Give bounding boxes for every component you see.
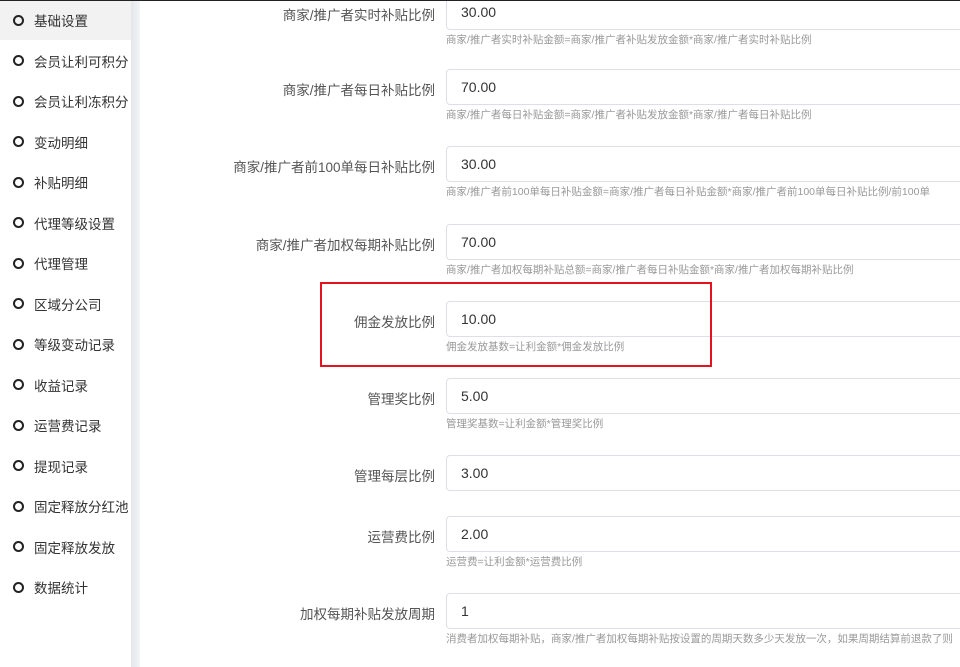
sidebar-item[interactable]: 会员让利冻积分: [0, 81, 131, 121]
field-input[interactable]: 10.00: [446, 301, 960, 337]
sidebar-divider: [131, 0, 140, 667]
sidebar-item-label: 基础设置: [34, 14, 88, 29]
field-label: 加权每期补贴发放周期: [300, 607, 435, 622]
circle-icon: [13, 95, 24, 107]
sidebar: 基础设置会员让利可积分 会员让利冻积分 变动明细补贴明细代理等级设置 代理管理区域分公…: [0, 0, 131, 667]
sidebar-item[interactable]: 运营费记录: [0, 405, 131, 445]
field-input[interactable]: 70.00: [446, 224, 960, 260]
field-hint: 佣金发放基数=让利金额*佣金发放比例: [446, 341, 625, 353]
circle-icon: [13, 419, 24, 431]
circle-icon: [13, 176, 24, 188]
sidebar-item-label: 补贴明细: [34, 176, 88, 191]
field-label: 管理奖比例: [367, 392, 436, 407]
sidebar-item[interactable]: 会员让利可积分: [0, 41, 131, 81]
sidebar-item[interactable]: 补贴明细: [0, 162, 131, 202]
sidebar-item-label: 固定释放分红池: [34, 500, 129, 515]
circle-icon: [13, 338, 24, 350]
field-input[interactable]: 30.00: [446, 0, 960, 30]
circle-icon: [13, 298, 24, 309]
circle-icon: [13, 257, 24, 269]
field-input[interactable]: 2.00: [446, 516, 960, 552]
circle-icon: [13, 55, 24, 66]
settings-form: 商家/推广者实时补贴比例 30.00 商家/推广者实时补贴金额=商家/推广者补贴发放…: [140, 0, 960, 667]
sidebar-item[interactable]: 数据统计: [0, 567, 131, 607]
sidebar-item-label: 区域分公司: [34, 297, 102, 313]
circle-icon: [13, 136, 24, 147]
circle-icon: [13, 460, 24, 471]
field-hint: 运营费=让利金额*运营费比例: [446, 556, 583, 568]
sidebar-item-label: 会员让利冻积分: [34, 95, 129, 110]
field-label: 商家/推广者每日补贴比例: [282, 83, 435, 98]
field-label: 运营费比例: [367, 530, 436, 545]
field-input[interactable]: 5.00: [446, 378, 960, 414]
sidebar-item-label: 运营费记录: [34, 419, 102, 434]
sidebar-item-label: 提现记录: [34, 459, 88, 475]
field-input[interactable]: 70.00: [446, 69, 960, 105]
sidebar-item[interactable]: 等级变动记录: [0, 324, 131, 364]
sidebar-item-label: 代理等级设置: [34, 216, 115, 232]
circle-icon: [13, 581, 24, 593]
field-hint: 商家/推广者实时补贴金额=商家/推广者补贴发放金额*商家/推广者实时补贴比例: [446, 34, 812, 46]
circle-icon: [13, 541, 24, 552]
sidebar-item[interactable]: 固定释放发放: [0, 527, 131, 567]
field-label: 商家/推广者加权每期补贴比例: [255, 238, 435, 253]
sidebar-item-label: 代理管理: [34, 257, 88, 272]
sidebar-item-label: 会员让利可积分: [34, 54, 129, 70]
sidebar-item-label: 数据统计: [34, 581, 88, 596]
sidebar-item[interactable]: 提现记录: [0, 446, 131, 486]
field-label: 管理每层比例: [354, 469, 435, 484]
top-border: [0, 0, 960, 1]
sidebar-item[interactable]: 区域分公司: [0, 284, 131, 324]
sidebar-item[interactable]: 收益记录: [0, 365, 131, 405]
sidebar-item-label: 等级变动记录: [34, 338, 115, 353]
field-input[interactable]: 30.00: [446, 146, 960, 182]
field-input[interactable]: 3.00: [446, 455, 960, 491]
field-label: 佣金发放比例: [354, 315, 435, 330]
sidebar-item[interactable]: 固定释放分红池: [0, 486, 131, 526]
sidebar-item-label: 变动明细: [34, 135, 88, 151]
field-label: 商家/推广者实时补贴比例: [282, 8, 435, 23]
sidebar-item-label: 收益记录: [34, 378, 88, 394]
field-input[interactable]: 1: [446, 593, 960, 629]
field-hint: 商家/推广者每日补贴金额=商家/推广者补贴发放金额*商家/推广者每日补贴比例: [446, 109, 812, 121]
circle-icon: [13, 217, 24, 228]
circle-icon: [13, 379, 24, 390]
sidebar-item[interactable]: 变动明细: [0, 122, 131, 162]
sidebar-item[interactable]: 代理管理: [0, 243, 131, 283]
field-hint: 消费者加权每期补贴，商家/推广者加权每期补贴按设置的周期天数多少天发放一次，如果…: [446, 633, 953, 645]
sidebar-item[interactable]: 基础设置: [0, 0, 131, 40]
sidebar-item[interactable]: 代理等级设置: [0, 203, 131, 243]
field-hint: 管理奖基数=让利金额*管理奖比例: [446, 418, 604, 430]
circle-icon: [13, 14, 24, 26]
field-hint: 商家/推广者加权每期补贴总额=商家/推广者每日补贴金额*商家/推广者加权每期补贴…: [446, 264, 854, 276]
sidebar-item-label: 固定释放发放: [34, 540, 115, 556]
field-hint: 商家/推广者前100单每日补贴金额=商家/推广者每日补贴金额*商家/推广者前10…: [446, 186, 930, 198]
field-label: 商家/推广者前100单每日补贴比例: [233, 160, 435, 175]
circle-icon: [13, 500, 24, 512]
